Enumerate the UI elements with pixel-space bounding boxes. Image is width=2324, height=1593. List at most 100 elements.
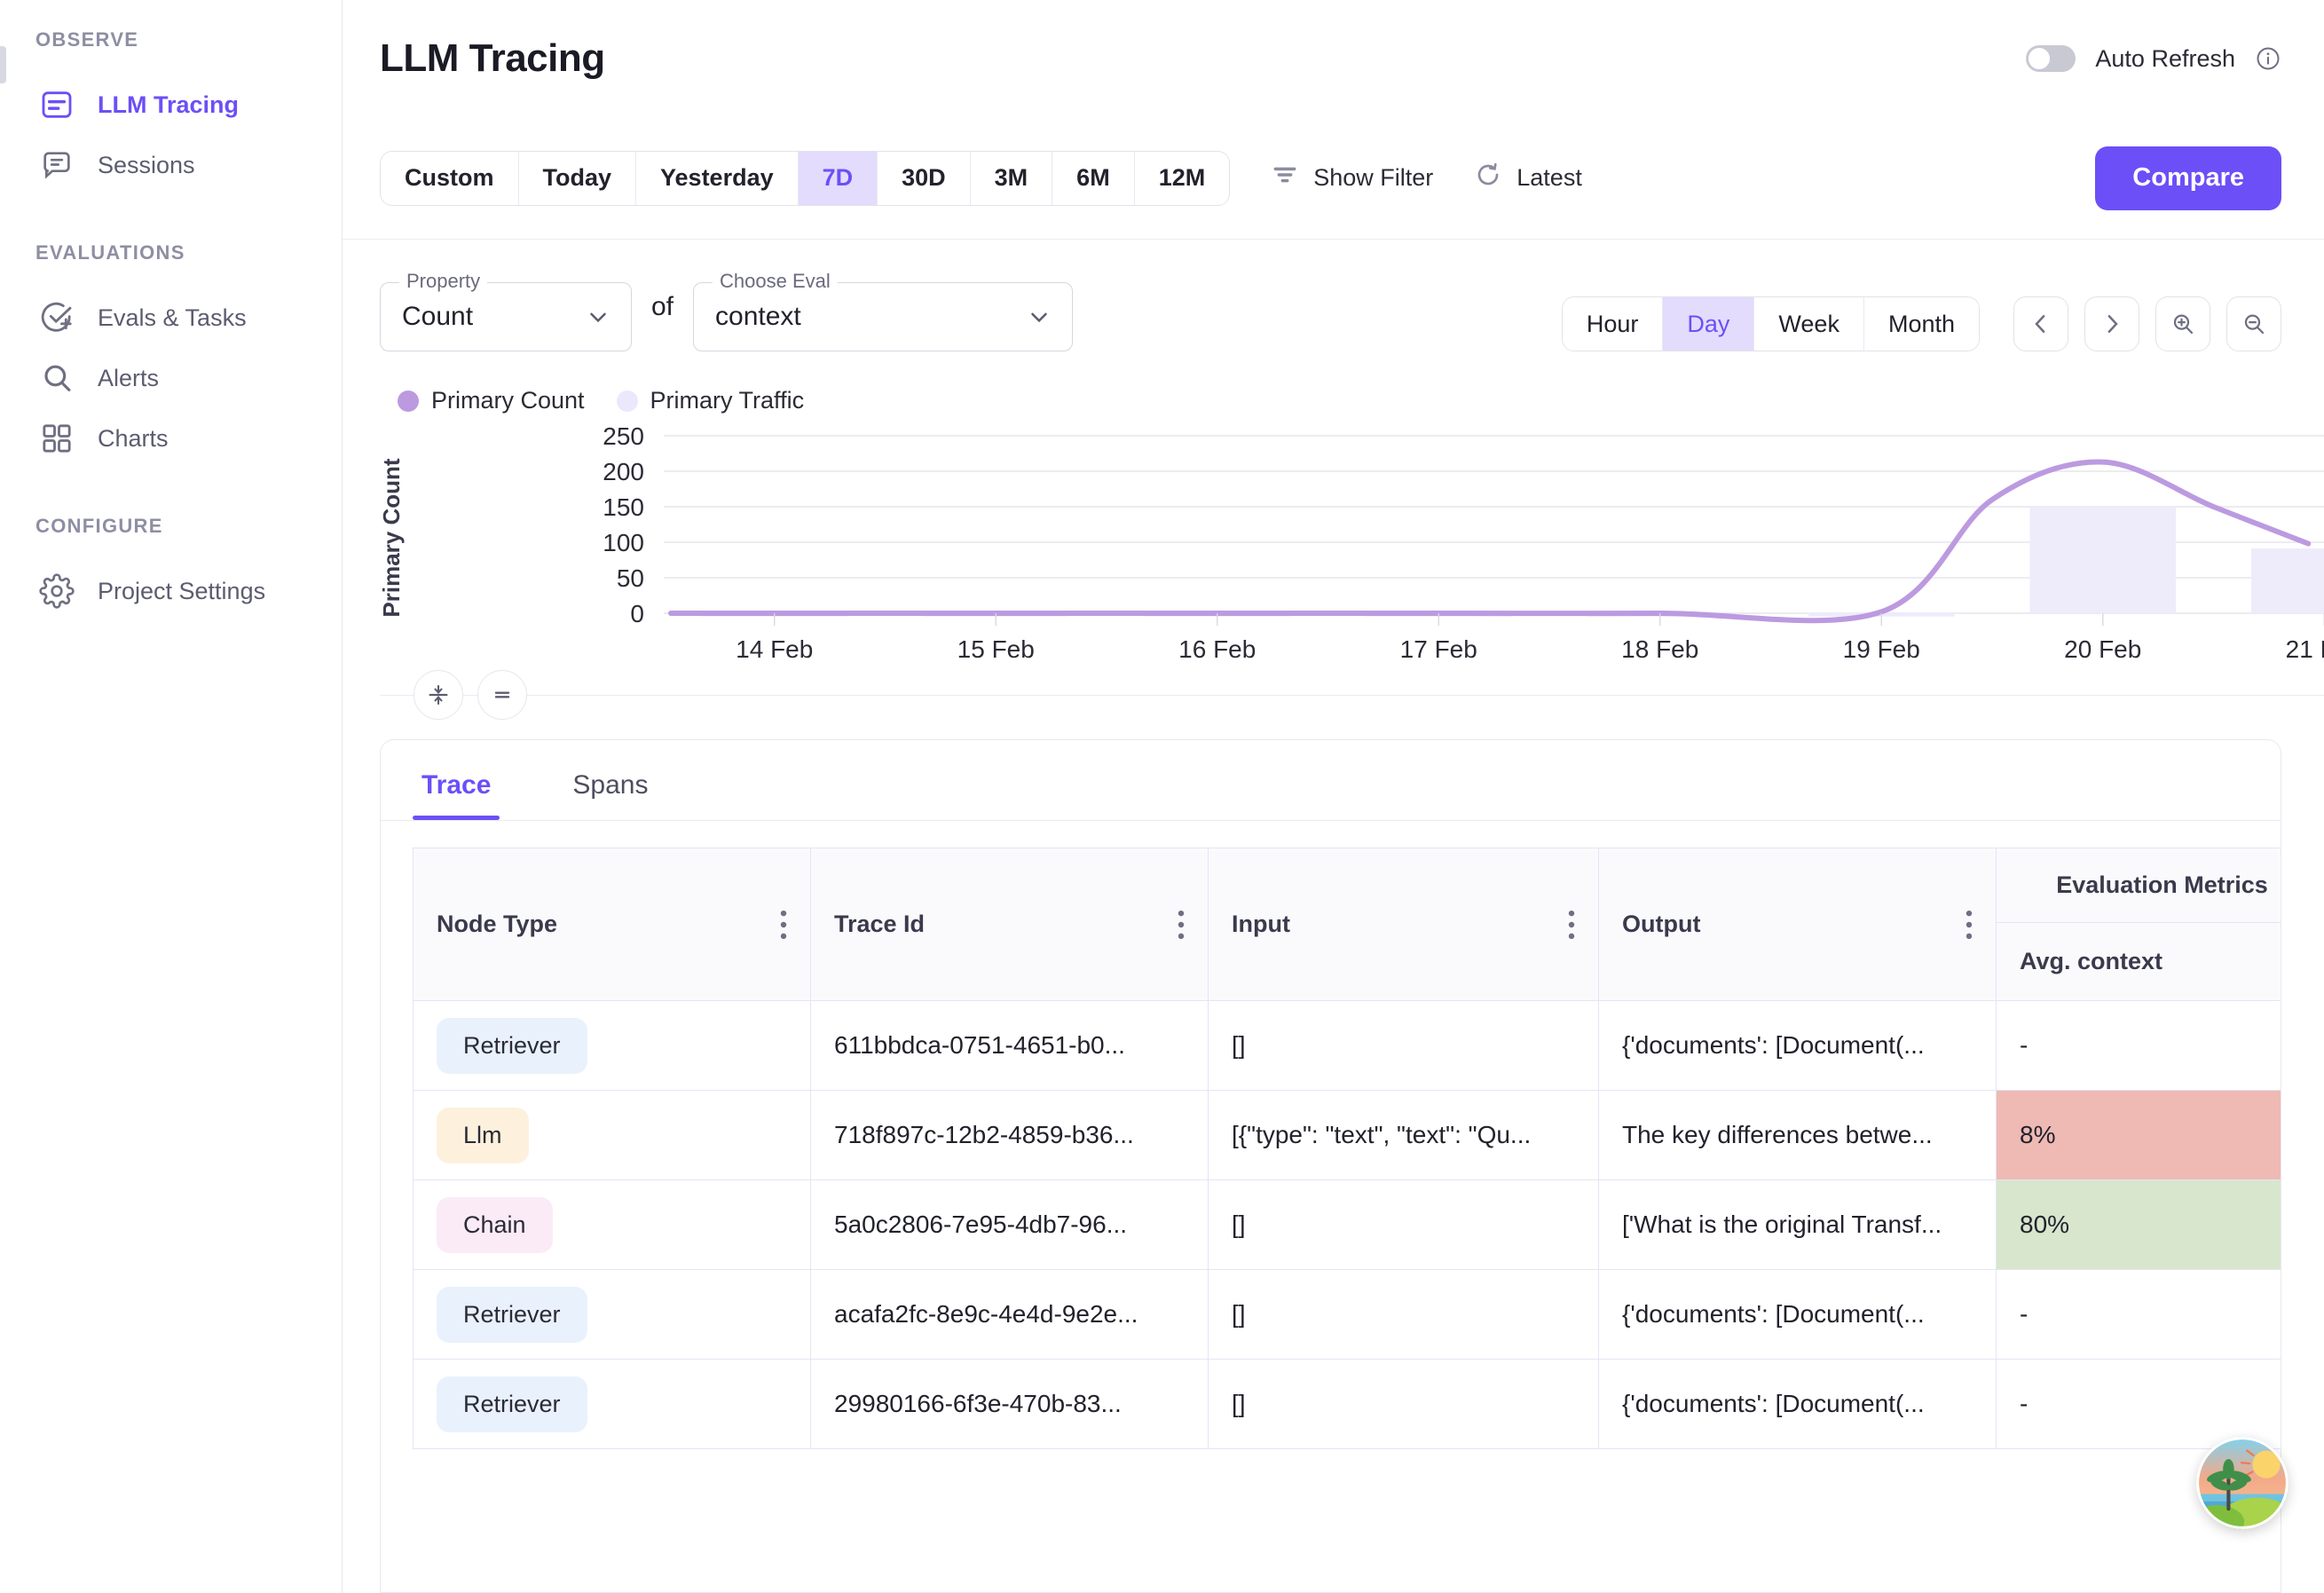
timerange-option-6m[interactable]: 6M: [1052, 151, 1135, 205]
info-icon[interactable]: [2255, 45, 2281, 72]
column-header-node-type[interactable]: Node Type: [413, 848, 811, 1001]
sidebar-item-label: Project Settings: [98, 577, 266, 604]
timerange-option-30d[interactable]: 30D: [878, 151, 971, 205]
x-tick-label: 18 Feb: [1621, 635, 1698, 663]
cell-trace-id: acafa2fc-8e9c-4e4d-9e2e...: [810, 1269, 1209, 1360]
cell-node-type: Retriever: [413, 1359, 811, 1449]
page-header: LLM Tracing Auto Refresh: [343, 0, 2324, 117]
timerange-bar: Custom Today Yesterday 7D 30D 3M 6M 12M: [343, 117, 2324, 240]
show-filter-button[interactable]: Show Filter: [1271, 161, 1433, 195]
node-type-chip: Retriever: [437, 1376, 587, 1432]
bar: [2250, 548, 2324, 613]
table-row[interactable]: Llm 718f897c-12b2-4859-b36... [{"type": "t…: [413, 1090, 2281, 1180]
sidebar-item-label: Sessions: [98, 151, 195, 178]
auto-refresh-toggle[interactable]: [2026, 45, 2076, 72]
beach-avatar-graphic: [2196, 1437, 2289, 1529]
timerange-option-yesterday[interactable]: Yesterday: [636, 151, 799, 205]
column-menu-icon[interactable]: [780, 910, 787, 940]
granularity-option-month[interactable]: Month: [1863, 297, 1979, 351]
timerange-option-custom[interactable]: Custom: [381, 151, 519, 205]
granularity-segmented: Hour Day Week Month: [1561, 296, 1980, 351]
granularity-option-week[interactable]: Week: [1754, 297, 1864, 351]
cell-output: The key differences betwe...: [1598, 1090, 1997, 1180]
filter-icon: [1271, 161, 1299, 195]
column-menu-icon[interactable]: [1966, 910, 1973, 940]
column-label: Input: [1232, 911, 1290, 937]
table-scroll-area: Node Type Trace Id Input Output Evaluati…: [381, 821, 2281, 1449]
sidebar-collapse-handle[interactable]: [0, 46, 6, 83]
node-type-chip: Llm: [437, 1107, 529, 1163]
granularity-option-day[interactable]: Day: [1663, 297, 1755, 351]
metric-value: -: [2020, 1300, 2029, 1328]
drag-handle-icon[interactable]: [477, 670, 527, 720]
prev-range-button[interactable]: [2013, 296, 2068, 351]
cell-avg-context: -: [1996, 1000, 2281, 1091]
table-row[interactable]: Retriever 611bbdca-0751-4651-b0...[] {'doc…: [413, 1000, 2281, 1091]
x-tick-label: 19 Feb: [1843, 635, 1920, 663]
sidebar-item-sessions[interactable]: Sessions: [0, 135, 342, 195]
cell-node-type: Retriever: [413, 1269, 811, 1360]
column-header-trace-id[interactable]: Trace Id: [810, 848, 1209, 1001]
zoom-out-button[interactable]: [2226, 296, 2281, 351]
zoom-in-button[interactable]: [2155, 296, 2210, 351]
compare-button[interactable]: Compare: [2095, 146, 2281, 210]
table-head-row-1: Node Type Trace Id Input Output Evaluati…: [413, 848, 2281, 1001]
legend-swatch: [616, 390, 638, 412]
y-axis-label: Primary Count: [380, 458, 405, 617]
gear-icon: [39, 573, 75, 609]
sidebar-item-charts[interactable]: Charts: [0, 408, 342, 469]
cell-avg-context: -: [1996, 1359, 2281, 1449]
sidebar-item-label: Alerts: [98, 364, 160, 391]
check-circle-plus-icon: [39, 300, 75, 335]
chart-nav-buttons: [2013, 296, 2281, 351]
sidebar-section-evaluations: EVALUATIONS: [35, 241, 185, 264]
x-tick-label: 20 Feb: [2064, 635, 2141, 663]
tab-spans[interactable]: Spans: [563, 740, 657, 820]
timerange-option-today[interactable]: Today: [518, 151, 637, 205]
cell-output: {'documents': [Document(...: [1598, 1359, 1997, 1449]
property-value: Count: [402, 302, 474, 331]
legend-item-primary-count[interactable]: Primary Count: [398, 387, 585, 414]
chart-plot[interactable]: Primary Count Primary Traffic 0501001502…: [380, 427, 2324, 665]
eval-value: context: [715, 302, 801, 331]
sidebar-item-evals-tasks[interactable]: Evals & Tasks: [0, 288, 342, 348]
x-tick-label: 17 Feb: [1400, 635, 1477, 663]
legend-item-primary-traffic[interactable]: Primary Traffic: [616, 387, 805, 414]
beach-avatar-icon[interactable]: [2196, 1437, 2289, 1529]
column-header-avg-context[interactable]: Avg. context: [1996, 922, 2281, 1001]
sidebar-item-project-settings[interactable]: Project Settings: [0, 561, 342, 621]
granularity-option-hour[interactable]: Hour: [1562, 297, 1664, 351]
eval-field: Choose Eval context: [693, 270, 1074, 351]
sidebar-item-label: LLM Tracing: [98, 91, 240, 118]
grid-icon: [39, 421, 75, 456]
tab-trace[interactable]: Trace: [413, 740, 500, 820]
collapse-vertical-icon[interactable]: [414, 670, 463, 720]
cell-node-type: Llm: [413, 1090, 811, 1180]
node-type-chip: Retriever: [437, 1017, 587, 1074]
cell-trace-id: 718f897c-12b2-4859-b36...: [810, 1090, 1209, 1180]
column-header-input[interactable]: Input: [1208, 848, 1599, 1001]
timerange-option-12m[interactable]: 12M: [1134, 151, 1230, 205]
column-menu-icon[interactable]: [1568, 910, 1575, 940]
timerange-option-7d[interactable]: 7D: [798, 151, 878, 205]
sidebar-section-configure: CONFIGURE: [35, 515, 163, 537]
table-row[interactable]: Retriever acafa2fc-8e9c-4e4d-9e2e...[] {'d…: [413, 1269, 2281, 1360]
chart-panel: Property Count of Choose Eval context Ho…: [343, 240, 2324, 720]
x-tick-label: 14 Feb: [736, 635, 813, 663]
legend-label: Primary Traffic: [650, 387, 805, 414]
table-row[interactable]: Retriever 29980166-6f3e-470b-83...[] {'doc…: [413, 1359, 2281, 1449]
timerange-option-3m[interactable]: 3M: [970, 151, 1053, 205]
sidebar-item-alerts[interactable]: Alerts: [0, 348, 342, 408]
page-title: LLM Tracing: [380, 36, 605, 80]
column-menu-icon[interactable]: [1178, 910, 1185, 940]
latest-button[interactable]: Latest: [1474, 161, 1582, 195]
cell-avg-context: 8%: [1996, 1090, 2281, 1180]
table-row[interactable]: Chain 5a0c2806-7e95-4db7-96...[] ['What is…: [413, 1179, 2281, 1270]
next-range-button[interactable]: [2084, 296, 2139, 351]
cell-trace-id: 29980166-6f3e-470b-83...: [810, 1359, 1209, 1449]
column-header-output[interactable]: Output: [1598, 848, 1997, 1001]
trace-table-card: Trace Spans Node Type Trace Id Input Out…: [380, 739, 2281, 1593]
sidebar-item-llm-tracing[interactable]: LLM Tracing: [0, 75, 342, 135]
chevron-down-icon: [1026, 304, 1052, 330]
chevron-down-icon: [585, 304, 611, 330]
